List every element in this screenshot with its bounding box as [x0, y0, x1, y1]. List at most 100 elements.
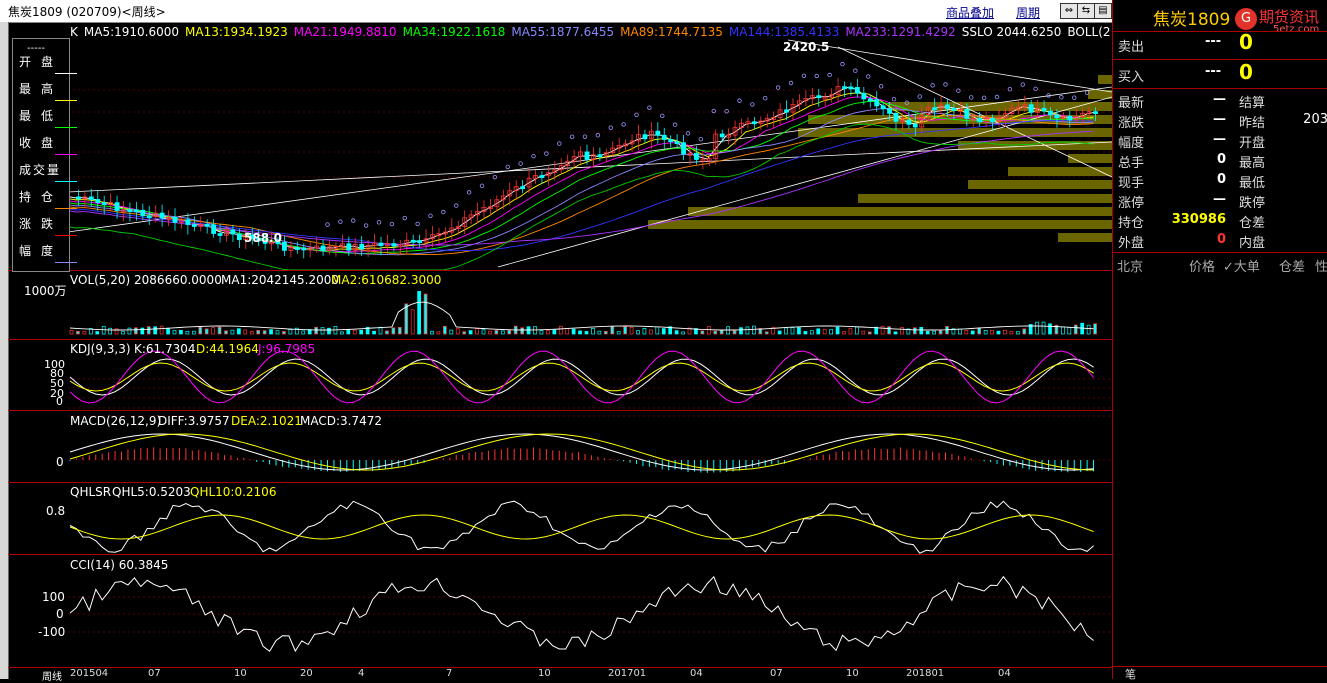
tick-header-4: 性 — [1315, 260, 1327, 275]
quote-row-2-l2: 开盘 — [1239, 136, 1266, 151]
qhlsr-q10: QHL10:0.2106 — [190, 485, 277, 499]
quote-row-4-l1: 现手 — [1118, 176, 1145, 191]
cci-axis-minus100: -100 — [38, 625, 66, 639]
legend-line-5 — [55, 208, 77, 209]
legend-item-0: 开盘 — [19, 55, 64, 69]
sell-qty: 0 — [1239, 30, 1253, 54]
cci-axis-100: 100 — [42, 590, 65, 604]
indicator-6: MA89:1744.7135 — [620, 25, 723, 39]
price-legend-box: ----- 开盘 最高 最低 收盘 成交量 持仓 涨跌 幅度 — [12, 38, 77, 272]
period-link[interactable]: 周期 — [1016, 4, 1040, 21]
brand-site: 5etz.com — [1273, 24, 1320, 35]
date-tick-5: 7 — [446, 668, 453, 679]
tick-footer-label: 笔 — [1125, 668, 1136, 681]
indicator-1: MA5:1910.6000 — [83, 25, 180, 39]
quote-row-7-v1: 0 — [1216, 232, 1226, 247]
kdj-axis-0: 0 — [56, 395, 63, 408]
quote-row-6-l2: 仓差 — [1239, 216, 1266, 231]
legend-line-4 — [55, 181, 77, 182]
quote-title: 焦炭1809 — [1153, 10, 1231, 30]
quote-row-7-l2: 内盘 — [1239, 236, 1266, 251]
macd-diff: DIFF:3.9757 — [158, 414, 230, 428]
legend-line-1 — [55, 100, 77, 101]
date-tick-10: 10 — [846, 668, 859, 679]
legend-item-4: 成交量 — [19, 163, 62, 177]
legend-line-6 — [55, 235, 77, 236]
toolbar-button-1[interactable]: ⇔ — [1060, 3, 1078, 19]
kdj-d: D:44.1964 — [196, 342, 259, 356]
quote-row-1-v2: 203 — [1303, 112, 1327, 127]
quote-row-4-l2: 最低 — [1239, 176, 1266, 191]
high-price-label: 2420.5 — [783, 40, 830, 54]
quote-row-1-l1: 涨跌 — [1118, 116, 1145, 131]
commodity-overlay-link[interactable]: 商品叠加 — [946, 4, 994, 21]
indicator-5: MA55:1877.6455 — [511, 25, 615, 39]
quote-row-5-l2: 跌停 — [1239, 196, 1266, 211]
quote-row-5-l1: 涨停 — [1118, 196, 1145, 211]
indicator-9: SSLO 2044.6250 — [961, 25, 1062, 39]
quote-row-2-v1: — — [1213, 132, 1226, 147]
trend-line — [787, 39, 1112, 93]
vol-label: VOL(5,20) 2086660.0000 — [70, 273, 222, 287]
legend-line-7 — [55, 262, 77, 263]
indicator-4: MA34:1922.1618 — [402, 25, 506, 39]
quote-row-6-v1: 330986 — [1171, 212, 1226, 227]
macd-label: MACD(26,12,9) — [70, 414, 162, 428]
buy-label: 买入 — [1118, 70, 1145, 85]
quote-row-5-v1: — — [1213, 192, 1226, 207]
macd-dea: DEA:2.1021 — [231, 414, 302, 428]
qhlsr-axis: 0.8 — [46, 504, 66, 518]
quote-row-0-v1: — — [1213, 92, 1226, 107]
legend-item-7: 幅度 — [19, 244, 64, 258]
tick-header-3: 仓差 — [1279, 260, 1306, 275]
legend-line-0 — [55, 73, 77, 74]
quote-panel: 焦炭1809 G 期货资讯 5etz.com 卖出 --- 0 买入 --- 0… — [1112, 0, 1327, 681]
tick-header-2: ✓大单 — [1223, 260, 1260, 275]
low-price-label: 588.0 — [244, 231, 282, 245]
chart-title-bar: 焦炭1809 (020709)<周线> 商品叠加 周期 ⇔ ⇆ ▤ — [0, 0, 1112, 23]
indicator-0: K — [70, 25, 78, 39]
date-tick-4: 4 — [358, 668, 365, 679]
legend-item-6: 涨跌 — [19, 217, 64, 231]
date-tick-12: 04 — [998, 668, 1011, 679]
indicator-3: MA21:1949.8810 — [293, 25, 397, 39]
buy-price: --- — [1205, 64, 1222, 79]
macd-value: MACD:3.7472 — [300, 414, 383, 428]
legend-item-2: 最低 — [19, 109, 64, 123]
qhlsr-q5: QHL5:0.5203 — [112, 485, 191, 499]
cci-label: CCI(14) 60.3845 — [70, 558, 169, 572]
macd-axis-0: 0 — [56, 455, 64, 469]
chart-title: 焦炭1809 (020709)<周线> — [8, 5, 166, 19]
vol-ma1: MA1:2042145.2000 — [221, 273, 340, 287]
qhlsr-label: QHLSR — [70, 485, 112, 499]
date-tick-3: 20 — [300, 668, 313, 679]
legend-item-5: 持仓 — [19, 190, 64, 204]
date-tick-7: 201701 — [608, 668, 647, 679]
quote-row-1-v1: — — [1213, 112, 1226, 127]
indicator-7: MA144:1385.4133 — [728, 25, 840, 39]
quote-row-7-l1: 外盘 — [1118, 236, 1145, 251]
kdj-label: KDJ(9,3,3) — [70, 342, 131, 356]
legend-item-3: 收盘 — [19, 136, 64, 150]
date-tick-11: 201801 — [906, 668, 945, 679]
sell-label: 卖出 — [1118, 40, 1145, 55]
indicator-8: MA233:1291.4292 — [845, 25, 956, 39]
tick-header-1: 价格 — [1189, 260, 1216, 275]
brand-logo-icon: G — [1235, 8, 1257, 30]
indicator-2: MA13:1934.1923 — [185, 25, 288, 39]
toolbar-button-3[interactable]: ▤ — [1094, 3, 1112, 19]
legend-line-3 — [55, 154, 77, 155]
legend-item-1: 最高 — [19, 82, 64, 96]
date-axis: 周线 201504 07 10 20 4 7 10 201701 04 07 10 201801 04 — [8, 668, 1112, 683]
quote-row-2-l1: 幅度 — [1118, 136, 1145, 151]
quote-row-3-v1: 0 — [1216, 152, 1226, 167]
cci-axis-0: 0 — [56, 607, 64, 621]
buy-qty: 0 — [1239, 60, 1253, 84]
quote-row-4-v1: 0 — [1216, 172, 1226, 187]
kdj-j: J:96.7985 — [258, 342, 316, 356]
date-tick-9: 07 — [770, 668, 783, 679]
indicator-10: BOLL(26,2) — [1067, 25, 1110, 39]
ma-indicator-header: K MA5:1910.6000 MA13:1934.1923 MA21:1949.88… — [70, 25, 1110, 39]
toolbar-button-2[interactable]: ⇆ — [1077, 3, 1095, 19]
vol-ma2: MA2:610682.3000 — [331, 273, 442, 287]
